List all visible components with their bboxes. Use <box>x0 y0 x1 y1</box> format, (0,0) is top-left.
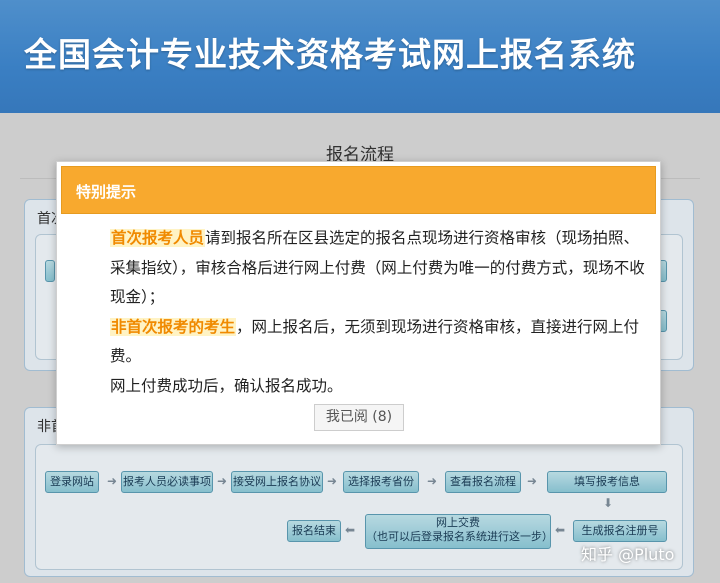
notice-paragraph-payment: 网上付费成功后，确认报名成功。 <box>110 376 343 395</box>
site-header: 全国会计专业技术资格考试网上报名系统 <box>0 0 720 113</box>
notice-paragraph-first-time: 首次报考人员请到报名所在区县选定的报名点现场进行资格审核（现场拍照、采集指纹），… <box>76 224 646 313</box>
site-title: 全国会计专业技术资格考试网上报名系统 <box>24 35 636 74</box>
dialog-title: 特别提示 <box>76 183 137 201</box>
dialog-body: 首次报考人员请到报名所在区县选定的报名点现场进行资格审核（现场拍照、采集指纹），… <box>76 224 646 401</box>
acknowledge-button[interactable]: 我已阅 (8) <box>314 404 404 431</box>
dialog-header: 特别提示 <box>61 166 656 214</box>
special-notice-dialog: 特别提示 首次报考人员请到报名所在区县选定的报名点现场进行资格审核（现场拍照、采… <box>56 161 661 445</box>
watermark: 知乎 @Pluto <box>581 545 675 564</box>
notice-paragraph-non-first: 非首次报考的考生，网上报名后，无须到现场进行资格审核，直接进行网上付费。 <box>76 313 646 372</box>
non-first-highlight: 非首次报考的考生 <box>110 317 237 336</box>
first-time-highlight: 首次报考人员 <box>110 229 206 247</box>
